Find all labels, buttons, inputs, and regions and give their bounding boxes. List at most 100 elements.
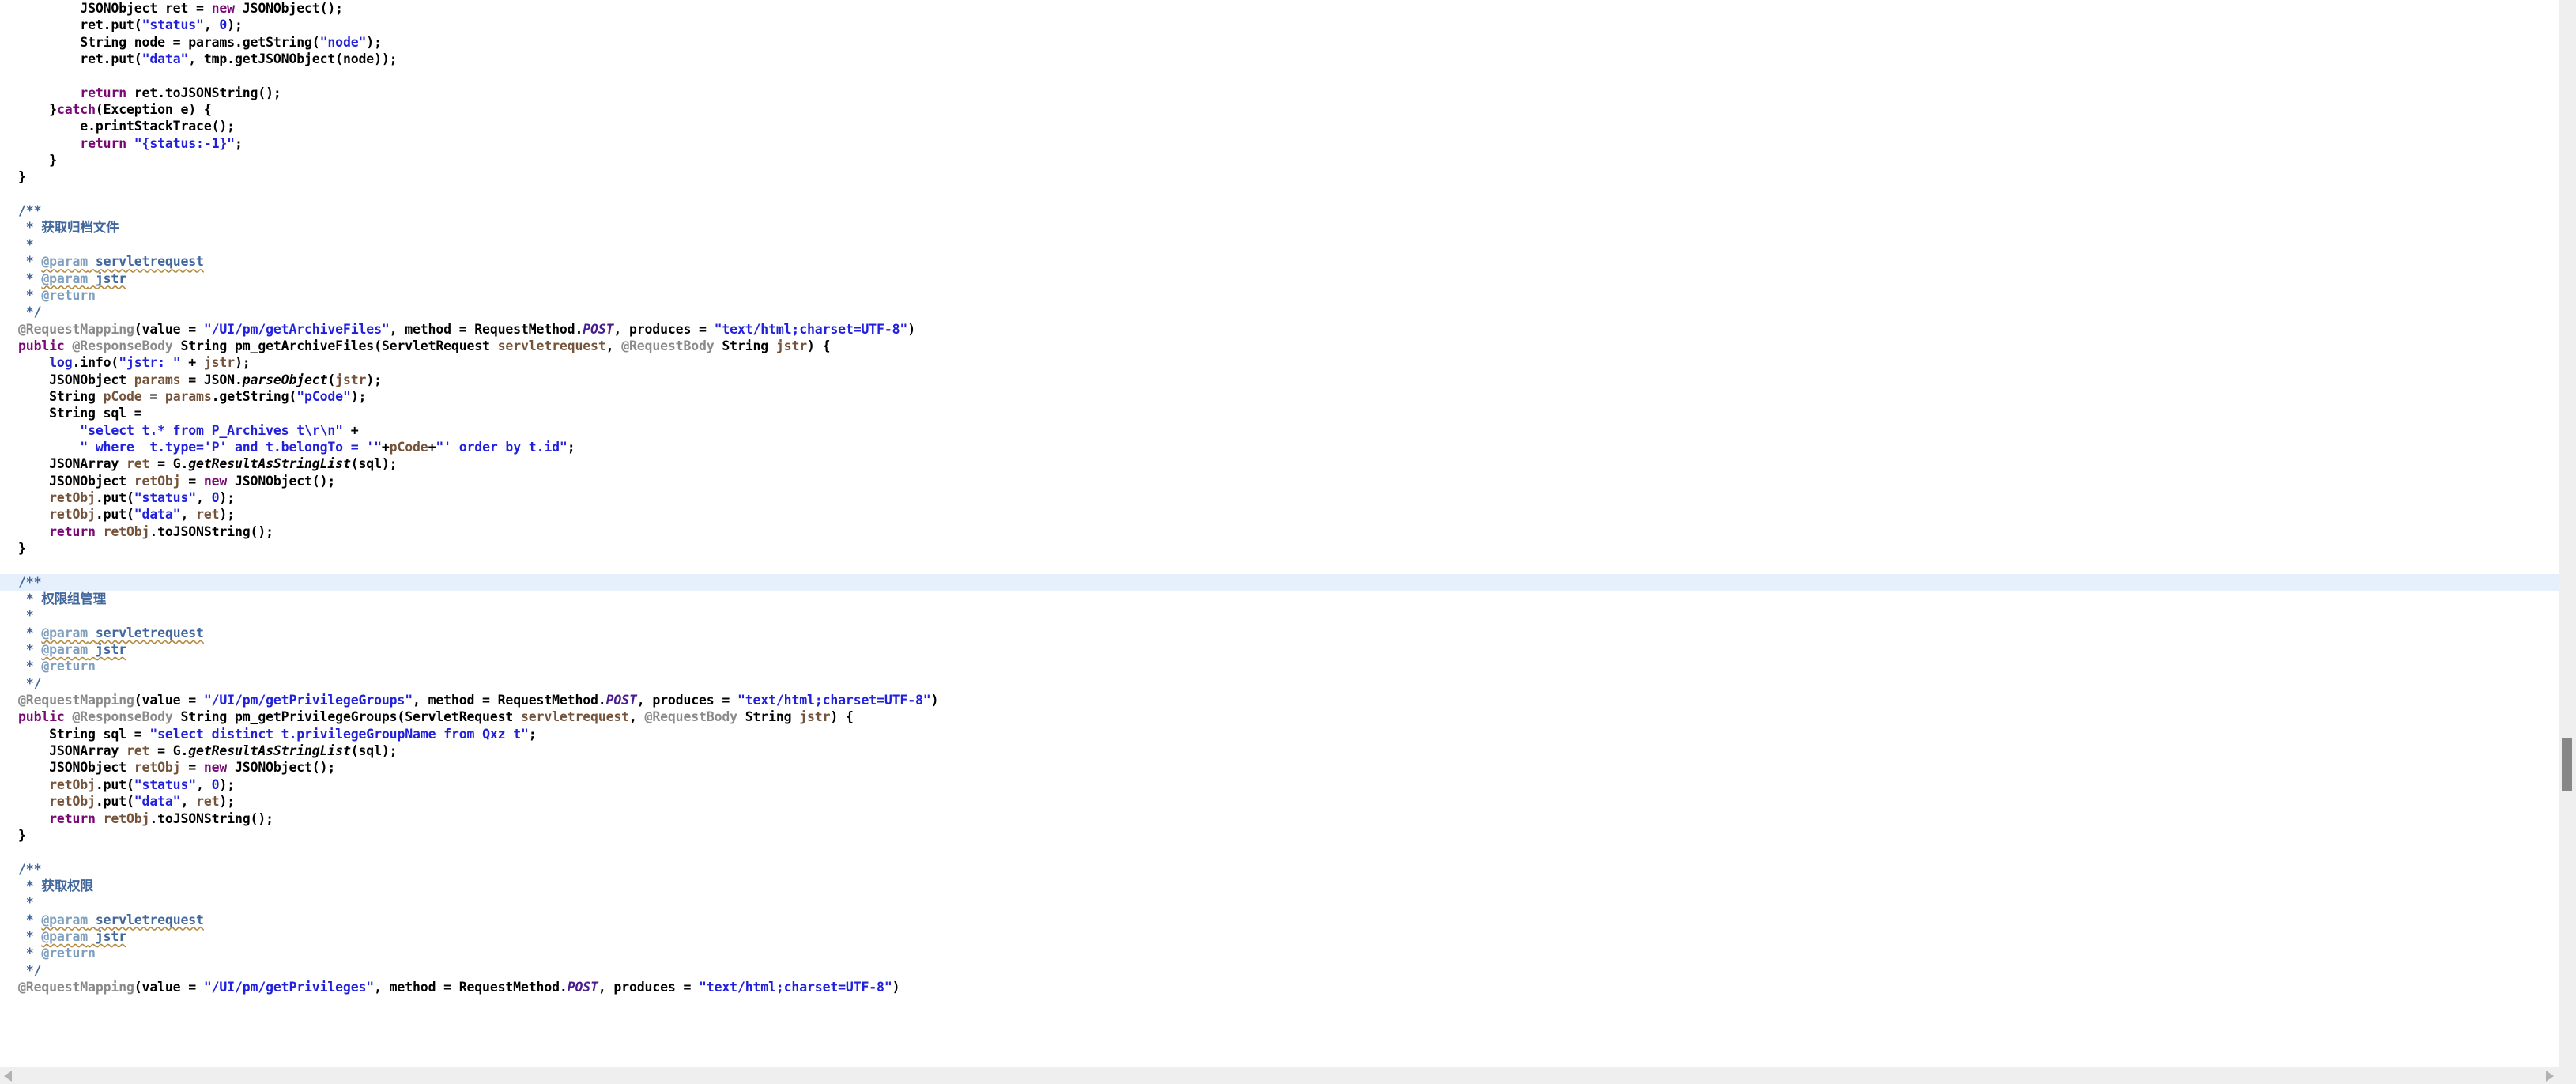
code-line[interactable] [0, 557, 2559, 573]
code-line[interactable]: ret.put("data", tmp.getJSONObject(node))… [0, 51, 2559, 67]
code-line[interactable]: JSONArray ret = G.getResultAsStringList(… [0, 455, 2559, 472]
code-line[interactable]: String sql = [0, 405, 2559, 421]
code-line[interactable]: }catch(Exception e) { [0, 101, 2559, 118]
code-token: "/UI/pm/getPrivilegeGroups" [203, 693, 413, 708]
code-line[interactable]: * 获取权限 [0, 878, 2559, 894]
code-line[interactable]: * @param servletrequest [0, 253, 2559, 270]
code-token: , [196, 489, 212, 505]
code-line[interactable]: * @param servletrequest [0, 912, 2559, 928]
horizontal-scrollbar[interactable] [0, 1067, 2576, 1084]
code-token: "select t.* from P_Archives t\r\n" [80, 422, 343, 438]
code-line[interactable] [0, 186, 2559, 202]
code-line[interactable]: retObj.put("data", ret); [0, 506, 2559, 523]
code-token: "data" [134, 507, 181, 523]
code-line[interactable] [0, 67, 2559, 84]
code-line[interactable]: * @param jstr [0, 928, 2559, 945]
code-line[interactable]: public @ResponseBody String pm_getArchiv… [0, 338, 2559, 354]
code-token: , [605, 338, 622, 353]
code-line[interactable]: * @return [0, 945, 2559, 961]
vertical-scrollbar-thumb[interactable] [2562, 738, 2572, 791]
code-token: servletrequest [95, 912, 204, 927]
code-line[interactable]: } [0, 540, 2559, 557]
code-line[interactable]: * @param jstr [0, 270, 2559, 287]
code-line[interactable]: JSONArray ret = G.getResultAsStringList(… [0, 742, 2559, 759]
code-line[interactable]: @RequestMapping(value = "/UI/pm/getArchi… [0, 321, 2559, 338]
code-line[interactable]: JSONObject params = JSON.parseObject(jst… [0, 372, 2559, 388]
code-token: = [180, 760, 204, 776]
code-line[interactable]: @RequestMapping(value = "/UI/pm/getPrivi… [0, 979, 2559, 995]
code-line[interactable]: * [0, 894, 2559, 911]
code-line[interactable]: retObj.put("status", 0); [0, 776, 2559, 793]
code-line[interactable]: String node = params.getString("node"); [0, 34, 2559, 51]
code-line[interactable]: return retObj.toJSONString(); [0, 523, 2559, 540]
code-line[interactable]: /** [0, 861, 2559, 878]
code-line[interactable]: } [0, 168, 2559, 185]
code-token: "/UI/pm/getArchiveFiles" [203, 321, 390, 337]
code-line[interactable]: * 获取归档文件 [0, 219, 2559, 236]
code-token: JSONObject(); [227, 760, 336, 776]
code-line[interactable]: * [0, 236, 2559, 253]
code-line[interactable]: * @param servletrequest [0, 625, 2559, 641]
code-line[interactable]: */ [0, 675, 2559, 692]
triangle-left-icon[interactable] [4, 1071, 12, 1082]
code-line[interactable]: JSONObject ret = new JSONObject(); [0, 0, 2559, 17]
code-line[interactable]: return retObj.toJSONString(); [0, 810, 2559, 827]
code-token: ; [234, 135, 243, 151]
code-token: servletrequest [497, 338, 606, 353]
code-token: return [49, 523, 96, 539]
code-line[interactable]: String pCode = params.getString("pCode")… [0, 388, 2559, 405]
code-token: = [180, 473, 204, 489]
code-token: "status" [134, 776, 197, 792]
code-token: POST [605, 693, 637, 708]
code-token: pCode [389, 439, 428, 455]
code-line[interactable]: } [0, 827, 2559, 844]
code-token: } [18, 169, 26, 185]
code-line[interactable]: * 权限组管理 [0, 591, 2559, 607]
vertical-scrollbar[interactable] [2559, 0, 2576, 1067]
code-line[interactable]: * @return [0, 287, 2559, 304]
code-line[interactable]: JSONObject retObj = new JSONObject(); [0, 473, 2559, 489]
code-line[interactable]: e.printStackTrace(); [0, 118, 2559, 134]
code-line[interactable]: JSONObject retObj = new JSONObject(); [0, 759, 2559, 776]
code-text-area[interactable]: JSONObject ret = new JSONObject(); ret.p… [0, 0, 2559, 1067]
code-token: new [211, 1, 236, 16]
code-line[interactable]: return ret.toJSONString(); [0, 85, 2559, 101]
code-token: * 获取权限 [18, 878, 93, 893]
triangle-right-icon[interactable] [2546, 1071, 2554, 1082]
code-line[interactable]: retObj.put("data", ret); [0, 793, 2559, 810]
code-line[interactable]: /** [0, 573, 2559, 591]
code-line[interactable]: return "{status:-1}"; [0, 135, 2559, 152]
code-line[interactable]: */ [0, 304, 2559, 320]
code-line[interactable]: log.info("jstr: " + jstr); [0, 354, 2559, 371]
code-token: = G. [149, 743, 189, 759]
code-line[interactable]: retObj.put("status", 0); [0, 489, 2559, 506]
code-line[interactable]: */ [0, 962, 2559, 979]
code-line[interactable]: @RequestMapping(value = "/UI/pm/getPrivi… [0, 692, 2559, 708]
code-token: } [18, 541, 26, 556]
code-line[interactable]: } [0, 152, 2559, 168]
code-line[interactable]: * @param jstr [0, 641, 2559, 658]
code-token: retObj [49, 776, 96, 792]
code-token: "text/html;charset=UTF-8" [737, 693, 931, 708]
code-line[interactable]: /** [0, 202, 2559, 219]
code-line[interactable]: public @ResponseBody String pm_getPrivil… [0, 708, 2559, 725]
code-line[interactable]: "select t.* from P_Archives t\r\n" + [0, 422, 2559, 439]
code-line[interactable] [0, 844, 2559, 860]
code-token: String pm_getArchiveFiles(ServletRequest [172, 338, 498, 353]
code-line[interactable]: * [0, 607, 2559, 624]
code-token: ); [219, 507, 235, 523]
code-line[interactable]: ret.put("status", 0); [0, 17, 2559, 33]
code-line[interactable]: String sql = "select distinct t.privileg… [0, 726, 2559, 742]
code-token: .getString( [211, 388, 297, 404]
code-token: String [49, 388, 104, 404]
code-token: + [180, 355, 204, 371]
code-line[interactable]: * @return [0, 658, 2559, 674]
code-line[interactable]: " where t.type='P' and t.belongTo = '"+p… [0, 439, 2559, 455]
code-token: ( [327, 372, 336, 387]
